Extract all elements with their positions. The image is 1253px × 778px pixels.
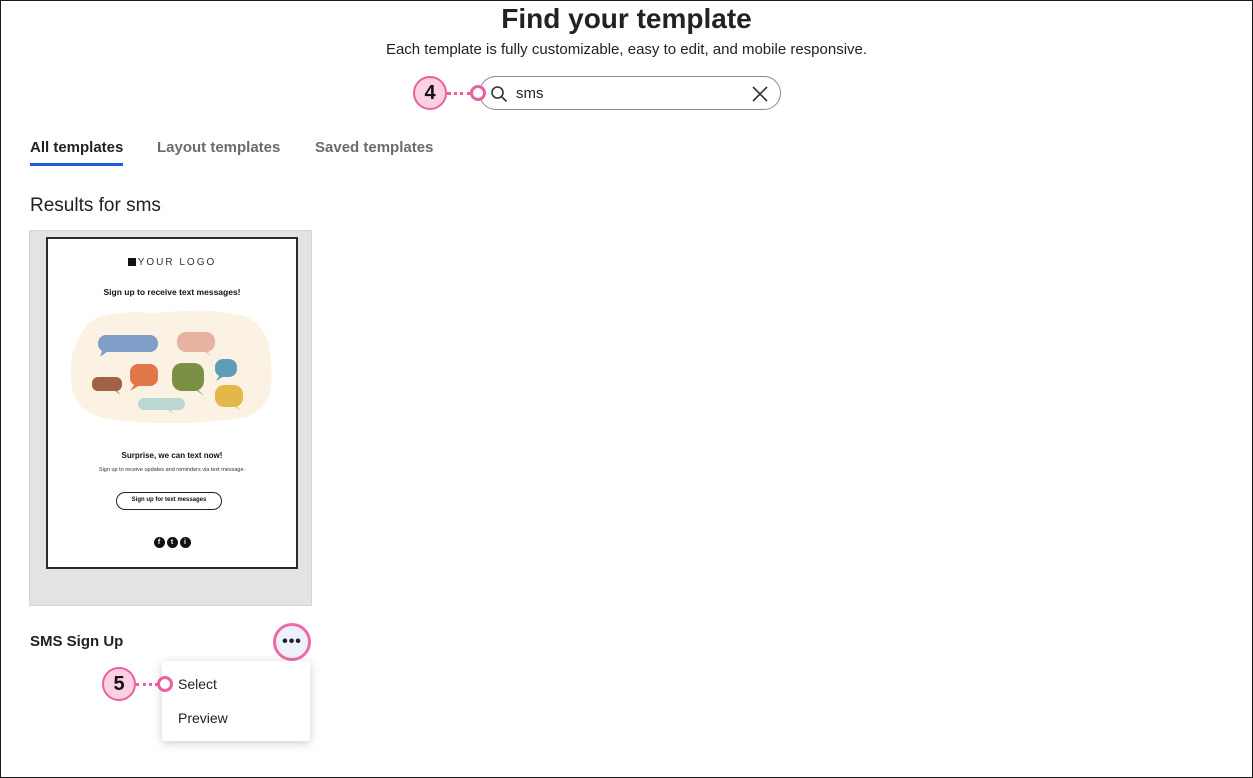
template-thumbnail[interactable]: YOUR LOGO Sign up to receive text messag… bbox=[29, 230, 312, 606]
callout-connector-5 bbox=[136, 683, 158, 686]
logo-mark-icon bbox=[127, 258, 136, 266]
callout-ring-5 bbox=[157, 676, 173, 692]
menu-item-preview[interactable]: Preview bbox=[178, 710, 228, 726]
callout-connector-4 bbox=[447, 92, 471, 95]
instagram-icon: i bbox=[179, 537, 191, 548]
facebook-icon: f bbox=[153, 537, 165, 548]
more-options-button[interactable]: ••• bbox=[273, 623, 311, 661]
more-horizontal-icon: ••• bbox=[282, 633, 302, 650]
tab-saved-templates[interactable]: Saved templates bbox=[315, 139, 433, 156]
preview-signup-button: Sign up for text messages bbox=[116, 492, 222, 510]
tab-layout-templates[interactable]: Layout templates bbox=[157, 139, 280, 156]
preview-social-icons: fti bbox=[48, 531, 296, 549]
search-box[interactable] bbox=[479, 76, 781, 110]
preview-logo: YOUR LOGO bbox=[48, 257, 296, 268]
menu-item-select[interactable]: Select bbox=[178, 676, 217, 692]
results-heading: Results for sms bbox=[30, 195, 161, 216]
step-callout-5: 5 bbox=[102, 667, 136, 701]
twitter-icon: t bbox=[166, 537, 178, 548]
callout-ring-4 bbox=[470, 85, 486, 101]
preview-logo-text: YOUR LOGO bbox=[137, 257, 217, 268]
page-subtitle: Each template is fully customizable, eas… bbox=[385, 41, 868, 58]
tab-all-templates[interactable]: All templates bbox=[30, 139, 124, 166]
template-options-menu: Select Preview bbox=[162, 661, 310, 741]
search-icon bbox=[491, 86, 508, 103]
page-title: Find your template bbox=[501, 3, 752, 34]
search-input[interactable] bbox=[516, 82, 736, 104]
email-preview: YOUR LOGO Sign up to receive text messag… bbox=[46, 237, 298, 569]
close-icon[interactable] bbox=[751, 85, 769, 103]
template-name: SMS Sign Up bbox=[30, 633, 124, 650]
speech-bubbles-illustration bbox=[70, 310, 272, 424]
step-callout-4: 4 bbox=[413, 76, 447, 110]
preview-headline: Sign up to receive text messages! bbox=[103, 287, 241, 297]
preview-subheading: Surprise, we can text now! bbox=[121, 451, 223, 460]
preview-body-text: Sign up to receive updates and reminders… bbox=[98, 467, 246, 473]
